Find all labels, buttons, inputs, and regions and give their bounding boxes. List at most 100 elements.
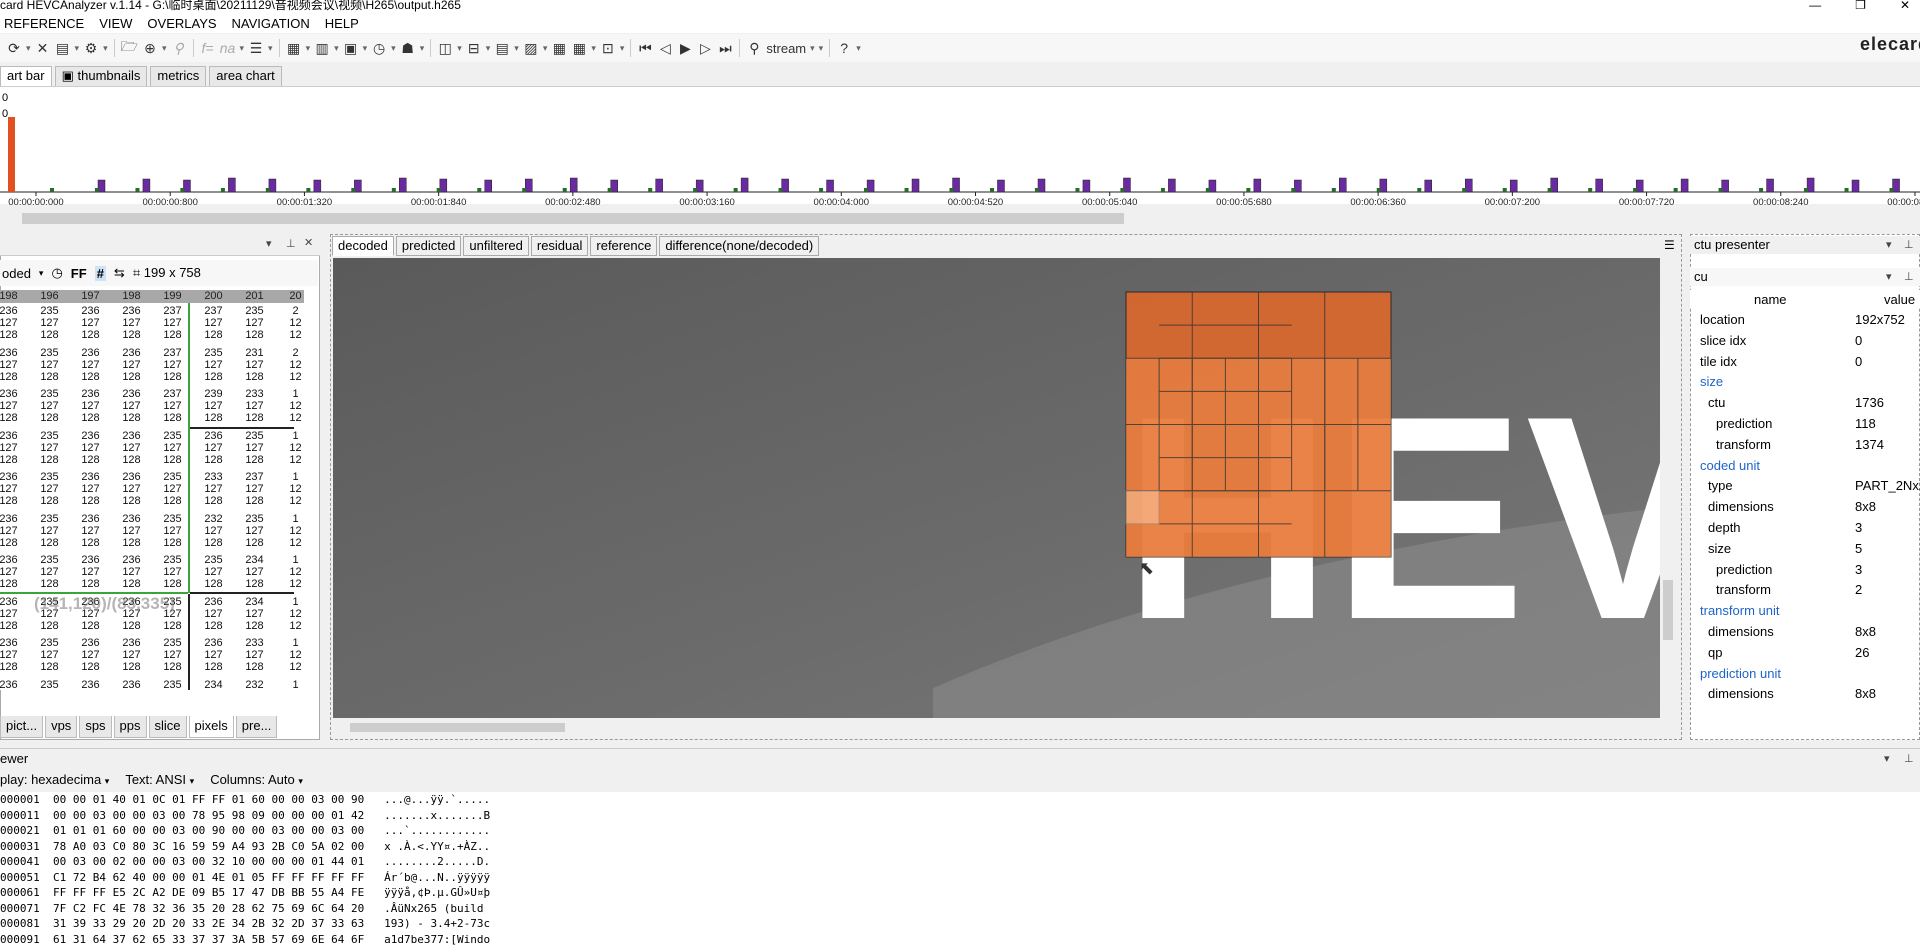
property-row[interactable]: dimensions 8x8 [1690, 622, 1920, 642]
chevron-down-icon[interactable]: ▾ [418, 37, 427, 59]
frame-vscrollbar[interactable] [1660, 258, 1676, 718]
chevron-down-icon[interactable]: ▾ [332, 37, 341, 59]
tab-unfiltered[interactable]: unfiltered [463, 236, 529, 256]
pixel-table[interactable]: 198 196 197 198 199 200 201 20 236 127 128 235 127 12… [0, 290, 304, 690]
ff-toggle[interactable]: FF [71, 266, 87, 281]
frame-icon[interactable]: ⊟ [464, 37, 484, 59]
property-row[interactable]: prediction 118 [1690, 414, 1920, 434]
maximize-button[interactable]: ❐ [1855, 0, 1866, 14]
tab-difference[interactable]: difference(none/decoded) [659, 236, 820, 256]
frame-bar-chart[interactable]: 0 0 00:00:00:000 00:00:00:800 00:00:01:320 00… [0, 86, 1920, 205]
refresh-icon[interactable]: ⟳ [4, 37, 24, 59]
pin-icon[interactable]: ⊥ [1904, 236, 1914, 254]
tab-thumbnails[interactable]: ▣ thumbnails [54, 66, 148, 86]
prev-frame-icon[interactable]: ◁ [655, 37, 675, 59]
chevron-down-icon[interactable]: ▾ [160, 37, 169, 59]
tab-reference[interactable]: reference [590, 236, 658, 256]
tab-sps[interactable]: sps [79, 716, 112, 738]
chevron-down-icon[interactable]: ▾ [266, 237, 272, 250]
chevron-down-icon[interactable]: ▾ [484, 37, 493, 59]
text-dropdown[interactable]: Text: ANSI ▾ [125, 770, 194, 790]
close-icon[interactable]: ✕ [33, 37, 53, 59]
chevron-down-icon[interactable]: ▾ [808, 37, 817, 59]
grid-view-icon[interactable]: ▦ [569, 37, 589, 59]
menu-overlays[interactable]: OVERLAYS [147, 14, 216, 33]
chevron-down-icon[interactable]: ▾ [361, 37, 370, 59]
close-icon[interactable]: ✕ [304, 236, 313, 249]
layout-icon[interactable]: ◫ [435, 37, 455, 59]
tab-pixels[interactable]: pixels [188, 716, 234, 738]
last-frame-icon[interactable]: ⏭ [715, 37, 735, 59]
tab-pict[interactable]: pict... [0, 716, 44, 738]
property-row[interactable]: tile idx 0 [1690, 352, 1920, 372]
bar-chart-icon[interactable]: ▥ [312, 37, 332, 59]
fn-label[interactable]: f= [198, 37, 218, 59]
first-frame-icon[interactable]: ⏮ [635, 37, 655, 59]
pin-icon[interactable]: ⊥ [286, 237, 296, 250]
chevron-down-icon[interactable]: ▾ [389, 37, 398, 59]
tab-residual[interactable]: residual [530, 236, 589, 256]
property-row[interactable]: dimensions 8x8 [1690, 684, 1920, 704]
timeline-scroll-thumb[interactable] [22, 213, 1124, 224]
property-row[interactable]: dimensions 8x8 [1690, 497, 1920, 517]
columns-dropdown[interactable]: Columns: Auto ▾ [210, 770, 303, 790]
chevron-down-icon[interactable]: ▾ [541, 37, 550, 59]
tab-metrics[interactable]: metrics [150, 66, 207, 86]
chevron-down-icon[interactable]: ▾ [266, 37, 275, 59]
property-row[interactable]: location 192x752 [1690, 310, 1920, 330]
chevron-down-icon[interactable]: ▾ [854, 37, 863, 59]
clock-icon[interactable]: ◷ [51, 265, 62, 281]
property-row[interactable]: prediction 3 [1690, 560, 1920, 580]
search-icon[interactable]: ⚲ [744, 37, 764, 59]
image-icon[interactable]: ▨ [521, 37, 541, 59]
chevron-down-icon[interactable]: ▾ [1884, 749, 1890, 769]
property-section[interactable]: coded unit [1690, 456, 1920, 476]
property-row[interactable]: size 5 [1690, 539, 1920, 559]
na-label[interactable]: na [218, 37, 238, 59]
chevron-down-icon[interactable]: ▾ [39, 268, 44, 279]
gear-icon[interactable]: ⚙ [81, 37, 101, 59]
clock-icon[interactable]: ◷ [369, 37, 389, 59]
chevron-down-icon[interactable]: ▾ [618, 37, 627, 59]
frame-vscroll-thumb[interactable] [1663, 580, 1673, 640]
tab-pre[interactable]: pre... [235, 716, 278, 738]
open-folder-icon[interactable]: 🗁 [119, 37, 140, 59]
property-section[interactable]: prediction unit [1690, 664, 1920, 684]
save-icon[interactable]: ▤ [53, 37, 73, 59]
chevron-down-icon[interactable]: ▾ [817, 37, 826, 59]
close-button[interactable]: ✕ [1900, 0, 1910, 14]
stream-dropdown[interactable]: stream [764, 37, 808, 59]
chevron-down-icon[interactable]: ▾ [512, 37, 521, 59]
bug-icon[interactable]: ☗ [398, 37, 418, 59]
menu-help[interactable]: HELP [325, 14, 359, 33]
block-icon[interactable]: ▣ [341, 37, 361, 59]
chevron-down-icon[interactable]: ▾ [24, 37, 33, 59]
display-dropdown[interactable]: play: hexadecima ▾ [0, 770, 109, 790]
minimize-button[interactable]: — [1809, 0, 1821, 14]
property-row[interactable]: qp 26 [1690, 643, 1920, 663]
zoom-icon[interactable]: ⊡ [598, 37, 618, 59]
frame-hscroll-thumb[interactable] [350, 723, 565, 732]
tab-slice[interactable]: slice [148, 716, 187, 738]
help-button[interactable]: ? [834, 37, 854, 59]
property-row[interactable]: transform 2 [1690, 580, 1920, 600]
property-section[interactable]: transform unit [1690, 601, 1920, 621]
tiles-icon[interactable]: ▦ [549, 37, 569, 59]
pin-icon[interactable]: ⚲ [169, 37, 189, 59]
chevron-down-icon[interactable]: ▾ [1886, 236, 1892, 254]
tab-chart-bar[interactable]: art bar [0, 66, 52, 86]
pin-icon[interactable]: ⊥ [1904, 749, 1914, 769]
tab-vps[interactable]: vps [45, 716, 78, 738]
pixel-mode-dropdown[interactable]: oded [2, 266, 31, 281]
swap-icon[interactable]: ⇆ [114, 265, 125, 281]
chevron-down-icon[interactable]: ▾ [73, 37, 82, 59]
tab-pps[interactable]: pps [113, 716, 147, 738]
pin-icon[interactable]: ⊥ [1904, 268, 1914, 286]
chevron-down-icon[interactable]: ▾ [304, 37, 313, 59]
chevron-down-icon[interactable]: ▾ [455, 37, 464, 59]
property-row[interactable]: depth 3 [1690, 518, 1920, 538]
property-row[interactable]: transform 1374 [1690, 435, 1920, 455]
property-row[interactable]: ctu 1736 [1690, 393, 1920, 413]
tab-predicted[interactable]: predicted [395, 236, 462, 256]
next-frame-icon[interactable]: ▷ [695, 37, 715, 59]
